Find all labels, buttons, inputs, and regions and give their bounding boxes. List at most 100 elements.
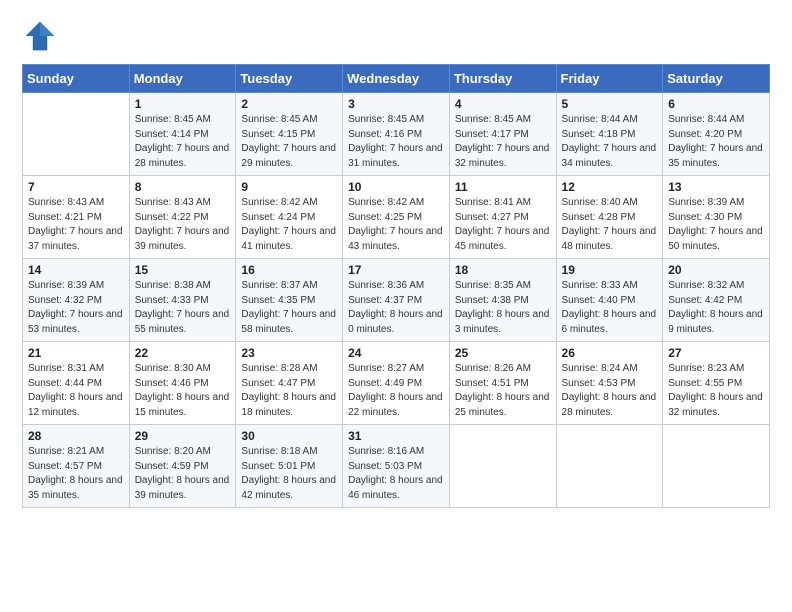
calendar-cell: 2 Sunrise: 8:45 AMSunset: 4:15 PMDaylight… [236, 93, 343, 176]
day-info: Sunrise: 8:45 AMSunset: 4:17 PMDaylight:… [455, 113, 551, 171]
day-number: 17 [348, 263, 444, 277]
calendar-cell: 22 Sunrise: 8:30 AMSunset: 4:46 PMDayligh… [129, 342, 236, 425]
weekday-header-tuesday: Tuesday [236, 65, 343, 93]
day-number: 23 [241, 346, 337, 360]
day-info: Sunrise: 8:43 AMSunset: 4:21 PMDaylight:… [28, 196, 124, 254]
day-number: 5 [562, 97, 658, 111]
calendar-cell [663, 425, 770, 508]
day-info: Sunrise: 8:42 AMSunset: 4:24 PMDaylight:… [241, 196, 337, 254]
calendar-cell: 13Sunrise: 8:39 AMSunset: 4:30 PMDayligh… [663, 176, 770, 259]
day-info: Sunrise: 8:20 AMSunset: 4:59 PMDaylight:… [135, 445, 231, 503]
day-number: 27 [668, 346, 764, 360]
week-row-4: 21 Sunrise: 8:31 AMSunset: 4:44 PMDayligh… [23, 342, 770, 425]
weekday-header-friday: Friday [556, 65, 663, 93]
day-number: 26 [562, 346, 658, 360]
day-number: 12 [562, 180, 658, 194]
day-info: Sunrise: 8:42 AMSunset: 4:25 PMDaylight:… [348, 196, 444, 254]
day-number: 22 [135, 346, 231, 360]
day-info: Sunrise: 8:36 AMSunset: 4:37 PMDaylight:… [348, 279, 444, 337]
weekday-header-thursday: Thursday [449, 65, 556, 93]
calendar-cell: 20Sunrise: 8:32 AMSunset: 4:42 PMDayligh… [663, 259, 770, 342]
week-row-3: 14 Sunrise: 8:39 AMSunset: 4:32 PMDayligh… [23, 259, 770, 342]
calendar-cell: 21 Sunrise: 8:31 AMSunset: 4:44 PMDayligh… [23, 342, 130, 425]
day-number: 11 [455, 180, 551, 194]
day-info: Sunrise: 8:39 AMSunset: 4:30 PMDaylight:… [668, 196, 764, 254]
calendar-cell: 29Sunrise: 8:20 AMSunset: 4:59 PMDayligh… [129, 425, 236, 508]
calendar-cell: 14 Sunrise: 8:39 AMSunset: 4:32 PMDayligh… [23, 259, 130, 342]
day-number: 8 [135, 180, 231, 194]
calendar-cell: 17 Sunrise: 8:36 AMSunset: 4:37 PMDayligh… [343, 259, 450, 342]
day-number: 18 [455, 263, 551, 277]
day-info: Sunrise: 8:24 AMSunset: 4:53 PMDaylight:… [562, 362, 658, 420]
calendar-cell: 3 Sunrise: 8:45 AMSunset: 4:16 PMDaylight… [343, 93, 450, 176]
day-number: 20 [668, 263, 764, 277]
weekday-header-sunday: Sunday [23, 65, 130, 93]
weekday-header-monday: Monday [129, 65, 236, 93]
calendar-cell: 15 Sunrise: 8:38 AMSunset: 4:33 PMDayligh… [129, 259, 236, 342]
day-info: Sunrise: 8:43 AMSunset: 4:22 PMDaylight:… [135, 196, 231, 254]
calendar-cell: 30 Sunrise: 8:18 AMSunset: 5:01 PMDayligh… [236, 425, 343, 508]
calendar-cell [556, 425, 663, 508]
day-number: 14 [28, 263, 124, 277]
day-info: Sunrise: 8:38 AMSunset: 4:33 PMDaylight:… [135, 279, 231, 337]
calendar-cell [23, 93, 130, 176]
calendar-cell: 24 Sunrise: 8:27 AMSunset: 4:49 PMDayligh… [343, 342, 450, 425]
day-info: Sunrise: 8:39 AMSunset: 4:32 PMDaylight:… [28, 279, 124, 337]
calendar-cell: 26 Sunrise: 8:24 AMSunset: 4:53 PMDayligh… [556, 342, 663, 425]
day-info: Sunrise: 8:45 AMSunset: 4:14 PMDaylight:… [135, 113, 231, 171]
day-info: Sunrise: 8:16 AMSunset: 5:03 PMDaylight:… [348, 445, 444, 503]
day-info: Sunrise: 8:23 AMSunset: 4:55 PMDaylight:… [668, 362, 764, 420]
weekday-header-saturday: Saturday [663, 65, 770, 93]
day-info: Sunrise: 8:40 AMSunset: 4:28 PMDaylight:… [562, 196, 658, 254]
day-number: 16 [241, 263, 337, 277]
day-info: Sunrise: 8:28 AMSunset: 4:47 PMDaylight:… [241, 362, 337, 420]
week-row-5: 28 Sunrise: 8:21 AMSunset: 4:57 PMDayligh… [23, 425, 770, 508]
day-number: 3 [348, 97, 444, 111]
day-info: Sunrise: 8:37 AMSunset: 4:35 PMDaylight:… [241, 279, 337, 337]
calendar-cell: 4 Sunrise: 8:45 AMSunset: 4:17 PMDaylight… [449, 93, 556, 176]
calendar-cell [449, 425, 556, 508]
day-number: 21 [28, 346, 124, 360]
calendar-cell: 28 Sunrise: 8:21 AMSunset: 4:57 PMDayligh… [23, 425, 130, 508]
calendar-cell: 19 Sunrise: 8:33 AMSunset: 4:40 PMDayligh… [556, 259, 663, 342]
calendar-cell: 1Sunrise: 8:45 AMSunset: 4:14 PMDaylight… [129, 93, 236, 176]
calendar-cell: 7 Sunrise: 8:43 AMSunset: 4:21 PMDaylight… [23, 176, 130, 259]
day-number: 19 [562, 263, 658, 277]
day-info: Sunrise: 8:27 AMSunset: 4:49 PMDaylight:… [348, 362, 444, 420]
week-row-1: 1Sunrise: 8:45 AMSunset: 4:14 PMDaylight… [23, 93, 770, 176]
logo-icon [22, 18, 58, 54]
calendar-cell: 6 Sunrise: 8:44 AMSunset: 4:20 PMDaylight… [663, 93, 770, 176]
day-number: 7 [28, 180, 124, 194]
day-number: 28 [28, 429, 124, 443]
day-number: 9 [241, 180, 337, 194]
calendar-cell: 27 Sunrise: 8:23 AMSunset: 4:55 PMDayligh… [663, 342, 770, 425]
day-number: 24 [348, 346, 444, 360]
calendar-cell: 9 Sunrise: 8:42 AMSunset: 4:24 PMDaylight… [236, 176, 343, 259]
day-info: Sunrise: 8:45 AMSunset: 4:15 PMDaylight:… [241, 113, 337, 171]
calendar-cell: 11 Sunrise: 8:41 AMSunset: 4:27 PMDayligh… [449, 176, 556, 259]
day-info: Sunrise: 8:33 AMSunset: 4:40 PMDaylight:… [562, 279, 658, 337]
calendar-cell: 5 Sunrise: 8:44 AMSunset: 4:18 PMDaylight… [556, 93, 663, 176]
page: SundayMondayTuesdayWednesdayThursdayFrid… [0, 0, 792, 612]
day-info: Sunrise: 8:21 AMSunset: 4:57 PMDaylight:… [28, 445, 124, 503]
day-number: 2 [241, 97, 337, 111]
day-info: Sunrise: 8:44 AMSunset: 4:20 PMDaylight:… [668, 113, 764, 171]
day-info: Sunrise: 8:45 AMSunset: 4:16 PMDaylight:… [348, 113, 444, 171]
day-number: 4 [455, 97, 551, 111]
calendar-cell: 18Sunrise: 8:35 AMSunset: 4:38 PMDayligh… [449, 259, 556, 342]
week-row-2: 7 Sunrise: 8:43 AMSunset: 4:21 PMDaylight… [23, 176, 770, 259]
calendar-table: SundayMondayTuesdayWednesdayThursdayFrid… [22, 64, 770, 508]
calendar-cell: 23 Sunrise: 8:28 AMSunset: 4:47 PMDayligh… [236, 342, 343, 425]
weekday-header-wednesday: Wednesday [343, 65, 450, 93]
day-number: 15 [135, 263, 231, 277]
day-info: Sunrise: 8:44 AMSunset: 4:18 PMDaylight:… [562, 113, 658, 171]
day-info: Sunrise: 8:30 AMSunset: 4:46 PMDaylight:… [135, 362, 231, 420]
day-info: Sunrise: 8:41 AMSunset: 4:27 PMDaylight:… [455, 196, 551, 254]
day-info: Sunrise: 8:31 AMSunset: 4:44 PMDaylight:… [28, 362, 124, 420]
calendar-cell: 16 Sunrise: 8:37 AMSunset: 4:35 PMDayligh… [236, 259, 343, 342]
day-info: Sunrise: 8:18 AMSunset: 5:01 PMDaylight:… [241, 445, 337, 503]
calendar-cell: 10Sunrise: 8:42 AMSunset: 4:25 PMDayligh… [343, 176, 450, 259]
day-number: 6 [668, 97, 764, 111]
logo [22, 18, 62, 54]
day-number: 30 [241, 429, 337, 443]
